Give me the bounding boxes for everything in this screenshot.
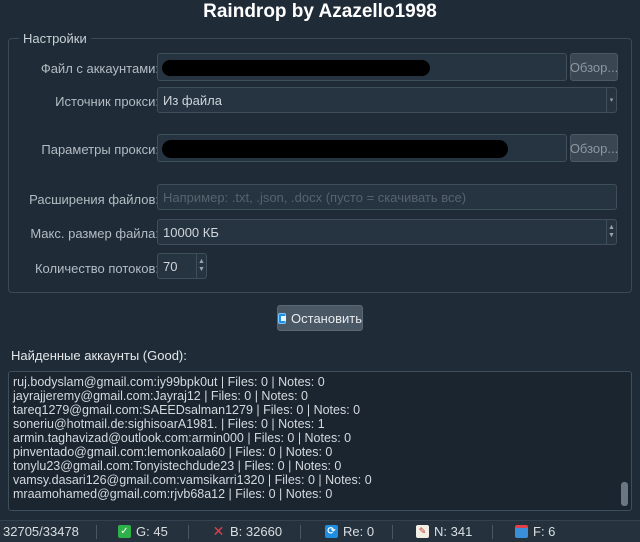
extensions-placeholder: Например: .txt, .json, .docx (пусто = ск… bbox=[163, 189, 467, 205]
cross-icon: ✕ bbox=[212, 523, 225, 539]
note-icon: ✎ bbox=[416, 525, 429, 538]
threads-value: 70 bbox=[163, 258, 178, 274]
log-scrollbar[interactable] bbox=[621, 380, 628, 506]
status-divider bbox=[392, 525, 393, 539]
threads-spinbox[interactable]: 70 ▲ ▼ bbox=[157, 253, 207, 279]
status-divider bbox=[300, 525, 301, 539]
status-bad: ✕ B: 32660 bbox=[212, 523, 283, 539]
log-line: armin.taghavizad@outlook.com:armin000 | … bbox=[13, 431, 352, 445]
retry-count: Re: 0 bbox=[343, 524, 375, 539]
accounts-browse-button[interactable]: Обзор... bbox=[570, 53, 618, 81]
log-line: jayrajjeremy@gmail.com:Jayraj12 | Files:… bbox=[13, 389, 308, 403]
status-bar: 32705/33478 ✓ G: 45 ✕ B: 32660 ⟳ Re: 0 ✎… bbox=[0, 520, 640, 542]
status-files: F: 6 bbox=[515, 524, 555, 539]
stop-icon bbox=[278, 312, 287, 324]
progress-text: 32705/33478 bbox=[3, 524, 79, 539]
redacted-mark bbox=[162, 60, 430, 76]
refresh-icon: ⟳ bbox=[325, 525, 338, 538]
spin-arrows-icon[interactable]: ▲ ▼ bbox=[606, 220, 616, 244]
status-notes: ✎ N: 341 bbox=[416, 524, 472, 539]
check-icon: ✓ bbox=[118, 525, 131, 538]
log-line: ruj.bodyslam@gmail.com:iy99bpk0ut | File… bbox=[13, 375, 325, 389]
status-divider bbox=[492, 525, 493, 539]
proxy-source-select[interactable]: Из файла ▾ bbox=[157, 87, 617, 113]
spin-arrows-icon[interactable]: ▲ ▼ bbox=[196, 254, 206, 278]
settings-group: Настройки Файл с аккаунтами: Обзор... Ис… bbox=[8, 31, 632, 293]
log-line: pinventado@gmail.com:lemonkoala60 | File… bbox=[13, 445, 333, 459]
proxy-params-label: Параметры прокси: bbox=[41, 142, 159, 157]
proxy-browse-button[interactable]: Обзор... bbox=[570, 134, 618, 162]
extensions-input[interactable]: Например: .txt, .json, .docx (пусто = ск… bbox=[157, 184, 617, 210]
log-line: tonylu23@gmail.com:Tonyistechdude23 | Fi… bbox=[13, 459, 342, 473]
files-count: F: 6 bbox=[533, 524, 556, 539]
max-size-spinbox[interactable]: 10000 КБ ▲ ▼ bbox=[157, 219, 617, 245]
notes-count: N: 341 bbox=[434, 524, 473, 539]
status-good: ✓ G: 45 bbox=[118, 524, 168, 539]
bad-count: B: 32660 bbox=[230, 524, 283, 539]
log-line: vamsy.dasari126@gmail.com:vamsikarri1320… bbox=[13, 473, 372, 487]
stop-button-label: Остановить bbox=[291, 310, 362, 326]
proxy-source-label: Источник прокси: bbox=[55, 94, 159, 109]
file-icon bbox=[515, 525, 528, 538]
app-title: Raindrop by Azazello1998 bbox=[203, 1, 437, 22]
redacted-mark bbox=[162, 140, 508, 158]
log-line: soneriu@hotmail.de:sighisoarA1981. | Fil… bbox=[13, 417, 325, 431]
stop-button[interactable]: Остановить bbox=[277, 305, 363, 331]
proxy-params-input[interactable] bbox=[157, 134, 567, 162]
proxy-source-value: Из файла bbox=[163, 92, 222, 108]
status-progress: 32705/33478 bbox=[3, 524, 79, 539]
settings-group-title: Настройки bbox=[19, 31, 91, 46]
log-line: tareq1279@gmail.com:SAEEDsalman1279 | Fi… bbox=[13, 403, 361, 417]
extensions-label: Расширения файлов: bbox=[29, 192, 159, 207]
max-size-value: 10000 КБ bbox=[163, 224, 219, 240]
chevron-down-icon: ▾ bbox=[606, 88, 616, 112]
threads-label: Количество потоков: bbox=[34, 261, 159, 276]
found-accounts-log[interactable]: ruj.bodyslam@gmail.com:iy99bpk0ut | File… bbox=[8, 371, 632, 511]
status-retry: ⟳ Re: 0 bbox=[325, 524, 374, 539]
max-size-label: Макс. размер файла: bbox=[30, 226, 159, 241]
log-line: mraamohamed@gmail.com:rjvb68a12 | Files:… bbox=[13, 487, 333, 501]
found-accounts-label: Найденные аккаунты (Good): bbox=[11, 348, 187, 363]
status-divider bbox=[96, 525, 97, 539]
good-count: G: 45 bbox=[136, 524, 168, 539]
log-scrollbar-thumb[interactable] bbox=[621, 482, 628, 506]
status-divider bbox=[188, 525, 189, 539]
accounts-file-label: Файл с аккаунтами: bbox=[40, 61, 159, 76]
accounts-file-input[interactable] bbox=[157, 53, 567, 81]
